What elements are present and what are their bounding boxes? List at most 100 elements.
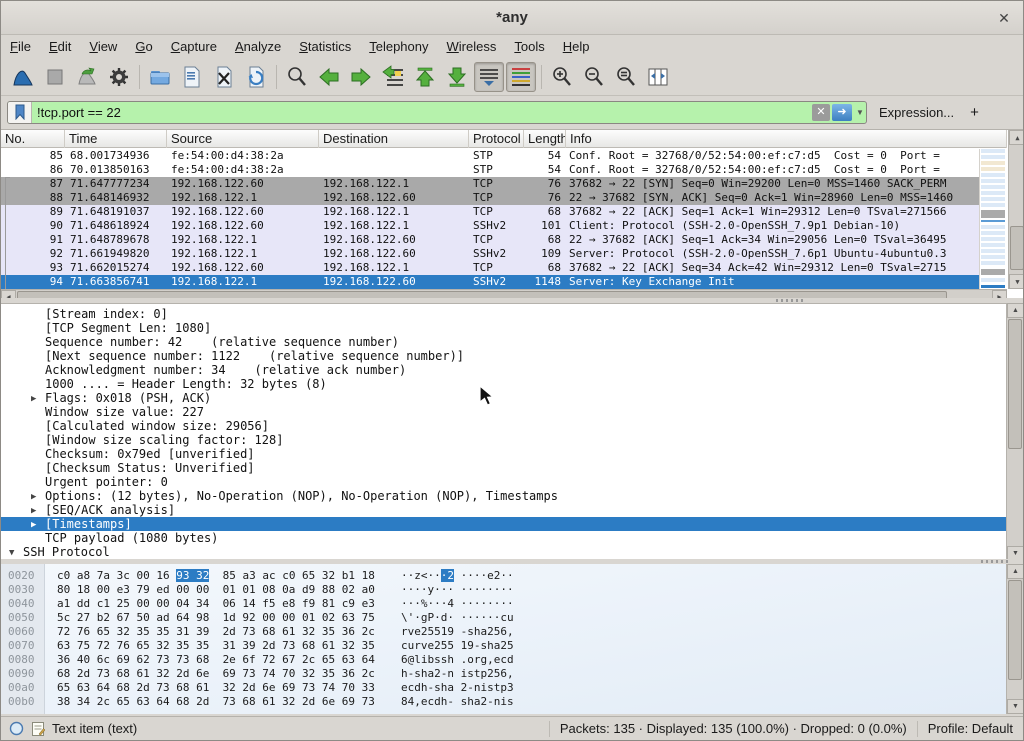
capture-restart-button[interactable] — [72, 62, 102, 92]
detail-line[interactable]: Window size value: 227 — [1, 405, 1007, 419]
hex-row-0030[interactable]: 003080 18 00 e3 79 ed 00 00 01 01 08 0a … — [1, 583, 1007, 597]
collapsed-triangle-icon[interactable]: ▶ — [31, 490, 36, 504]
detail-line[interactable]: Checksum: 0x79ed [unverified] — [1, 447, 1007, 461]
filter-bookmark-button[interactable] — [8, 102, 32, 123]
go-bottom-button[interactable] — [442, 62, 472, 92]
vscroll-thumb[interactable] — [1010, 226, 1024, 270]
zoom-out-button[interactable] — [579, 62, 609, 92]
detail-line[interactable]: [Checksum Status: Unverified] — [1, 461, 1007, 475]
column-header-destination[interactable]: Destination — [319, 130, 469, 148]
menu-wireless[interactable]: Wireless — [438, 36, 506, 59]
capture-stop-button[interactable] — [40, 62, 70, 92]
go-top-button[interactable] — [410, 62, 440, 92]
packet-row-90[interactable]: 9071.648618924192.168.122.60192.168.122.… — [1, 219, 979, 233]
resize-columns-button[interactable] — [643, 62, 673, 92]
packet-row-89[interactable]: 8971.648191037192.168.122.60192.168.122.… — [1, 205, 979, 219]
detail-line[interactable]: [Stream index: 0] — [1, 307, 1007, 321]
scroll-up-icon[interactable]: ▲ — [1007, 303, 1024, 318]
menu-help[interactable]: Help — [554, 36, 599, 59]
detail-line[interactable]: ▶[SEQ/ACK analysis] — [1, 503, 1007, 517]
packet-row-85[interactable]: 8568.001734936fe:54:00:d4:38:2aSTP54Conf… — [1, 149, 979, 163]
hex-row-0070[interactable]: 007063 75 72 76 65 32 35 35 31 39 2d 73 … — [1, 639, 1007, 653]
go-back-button[interactable] — [314, 62, 344, 92]
zoom-in-button[interactable] — [547, 62, 577, 92]
scroll-up-icon[interactable]: ▲ — [1007, 564, 1024, 579]
column-header-source[interactable]: Source — [167, 130, 319, 148]
filter-apply-button[interactable]: ➜ — [832, 104, 852, 121]
file-close-button[interactable] — [209, 62, 239, 92]
go-forward-button[interactable] — [346, 62, 376, 92]
vscroll-thumb[interactable] — [1008, 580, 1022, 680]
expanded-triangle-icon[interactable]: ▼ — [9, 546, 14, 560]
close-window-button[interactable]: ✕ — [993, 8, 1015, 28]
packet-row-87[interactable]: 8771.647777234192.168.122.60192.168.122.… — [1, 177, 979, 191]
detail-line[interactable]: [Window size scaling factor: 128] — [1, 433, 1007, 447]
detail-line[interactable]: TCP payload (1080 bytes) — [1, 531, 1007, 545]
expert-info-icon[interactable] — [9, 721, 24, 736]
detail-line[interactable]: 1000 .... = Header Length: 32 bytes (8) — [1, 377, 1007, 391]
scroll-down-icon[interactable]: ▼ — [1007, 699, 1024, 714]
detail-line[interactable]: [TCP Segment Len: 1080] — [1, 321, 1007, 335]
collapsed-triangle-icon[interactable]: ▶ — [31, 518, 36, 532]
file-save-button[interactable] — [177, 62, 207, 92]
find-packet-button[interactable] — [282, 62, 312, 92]
packet-row-92[interactable]: 9271.661949820192.168.122.1192.168.122.6… — [1, 247, 979, 261]
menu-go[interactable]: Go — [126, 36, 161, 59]
file-reload-button[interactable] — [241, 62, 271, 92]
menu-file[interactable]: File — [1, 36, 40, 59]
zoom-100-button[interactable] — [611, 62, 641, 92]
packet-row-88[interactable]: 8871.648146932192.168.122.1192.168.122.6… — [1, 191, 979, 205]
profile-text[interactable]: Profile: Default — [928, 721, 1013, 736]
title-bar[interactable]: *any ✕ — [1, 1, 1023, 35]
detail-line[interactable]: Acknowledgment number: 34 (relative ack … — [1, 363, 1007, 377]
detail-line[interactable]: [Next sequence number: 1122 (relative se… — [1, 349, 1007, 363]
hex-row-0040[interactable]: 0040a1 dd c1 25 00 00 04 34 06 14 f5 e8 … — [1, 597, 1007, 611]
scroll-down-icon[interactable]: ▼ — [1009, 274, 1024, 289]
hex-row-0090[interactable]: 009068 2d 73 68 61 32 2d 6e 69 73 74 70 … — [1, 667, 1007, 681]
go-to-packet-button[interactable] — [378, 62, 408, 92]
collapsed-triangle-icon[interactable]: ▶ — [31, 504, 36, 518]
hex-row-00a0[interactable]: 00a065 63 64 68 2d 73 68 61 32 2d 6e 69 … — [1, 681, 1007, 695]
menu-telephony[interactable]: Telephony — [360, 36, 437, 59]
packet-list-vscrollbar[interactable]: ▲ ▼ — [1008, 130, 1024, 289]
column-header-time[interactable]: Time — [65, 130, 167, 148]
file-open-button[interactable] — [145, 62, 175, 92]
hex-rows[interactable]: 0020c0 a8 7a 3c 00 16 93 32 85 a3 ac c0 … — [1, 569, 1007, 709]
capture-options-button[interactable] — [104, 62, 134, 92]
menu-statistics[interactable]: Statistics — [290, 36, 360, 59]
display-filter-field[interactable]: ✕ ➜ ▼ — [7, 101, 867, 124]
menu-edit[interactable]: Edit — [40, 36, 80, 59]
column-header-no[interactable]: No. — [1, 130, 65, 148]
detail-line[interactable]: ▶[Timestamps] — [1, 517, 1007, 531]
packet-row-94[interactable]: 9471.663856741192.168.122.1192.168.122.6… — [1, 275, 979, 289]
detail-line[interactable]: [Calculated window size: 29056] — [1, 419, 1007, 433]
capture-comment-icon[interactable] — [31, 721, 45, 737]
hex-row-0080[interactable]: 008036 40 6c 69 62 73 73 68 2e 6f 72 67 … — [1, 653, 1007, 667]
hex-row-00b0[interactable]: 00b038 34 2c 65 63 64 68 2d 73 68 61 32 … — [1, 695, 1007, 709]
hex-row-0060[interactable]: 006072 76 65 32 35 35 31 39 2d 73 68 61 … — [1, 625, 1007, 639]
menu-analyze[interactable]: Analyze — [226, 36, 290, 59]
capture-start-button[interactable] — [8, 62, 38, 92]
packet-list-header[interactable]: No.TimeSourceDestinationProtocolLengthIn… — [1, 130, 1007, 148]
detail-line[interactable]: Urgent pointer: 0 — [1, 475, 1007, 489]
column-header-info[interactable]: Info — [566, 130, 1007, 148]
bytes-vscrollbar[interactable]: ▲ ▼ — [1006, 564, 1023, 714]
scroll-up-icon[interactable]: ▲ — [1009, 130, 1024, 145]
collapsed-triangle-icon[interactable]: ▶ — [31, 392, 36, 406]
display-filter-input[interactable] — [32, 104, 812, 121]
filter-dropdown-button[interactable]: ▼ — [854, 108, 866, 117]
menu-tools[interactable]: Tools — [505, 36, 553, 59]
hex-row-0050[interactable]: 00505c 27 b2 67 50 ad 64 98 1d 92 00 00 … — [1, 611, 1007, 625]
expression-button[interactable]: Expression... — [879, 105, 954, 120]
packet-row-93[interactable]: 9371.662015274192.168.122.60192.168.122.… — [1, 261, 979, 275]
packet-row-91[interactable]: 9171.648789678192.168.122.1192.168.122.6… — [1, 233, 979, 247]
column-header-length[interactable]: Length — [524, 130, 566, 148]
colorize-button[interactable] — [506, 62, 536, 92]
detail-line[interactable]: ▶Options: (12 bytes), No-Operation (NOP)… — [1, 489, 1007, 503]
add-filter-button[interactable]: + — [970, 104, 979, 121]
detail-line[interactable]: ▶Flags: 0x018 (PSH, ACK) — [1, 391, 1007, 405]
packet-row-86[interactable]: 8670.013850163fe:54:00:d4:38:2aSTP54Conf… — [1, 163, 979, 177]
filter-clear-button[interactable]: ✕ — [812, 104, 830, 121]
detail-vscrollbar[interactable]: ▲ ▼ — [1006, 303, 1023, 561]
menu-view[interactable]: View — [80, 36, 126, 59]
